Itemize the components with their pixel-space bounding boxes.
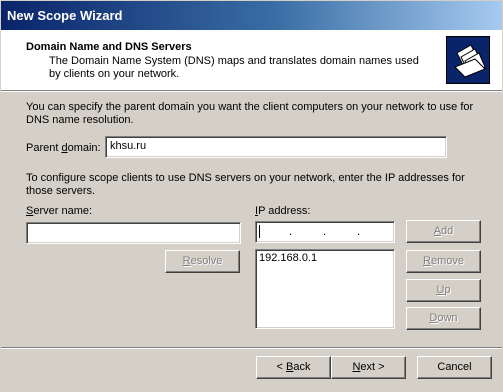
cancel-button[interactable]: Cancel [417,356,492,379]
text-cursor [259,225,260,238]
list-item[interactable]: 192.168.0.1 [259,252,391,265]
ip-dot-3: . [357,226,361,238]
header-description: The Domain Name System (DNS) maps and tr… [49,55,419,80]
add-button[interactable]: Add [406,220,481,243]
server-name-label: Server name: [26,205,93,217]
window-title: New Scope Wizard [7,8,123,23]
resolve-button[interactable]: Resolve [165,250,240,273]
dns-intro: To configure scope clients to use DNS se… [26,172,465,197]
wizard-header: Domain Name and DNS Servers The Domain N… [1,30,502,91]
parent-domain-input[interactable]: khsu.ru [105,136,447,158]
back-button[interactable]: < Back [256,356,331,379]
ip-address-input[interactable]: . . . [255,221,395,243]
ip-address-label: IP address: [255,205,311,217]
up-button[interactable]: Up [406,279,481,302]
ip-address-list[interactable]: 192.168.0.1 [255,249,395,329]
parent-domain-label: Parent domain: [26,142,101,154]
remove-button[interactable]: Remove [406,250,481,273]
folders-icon [446,36,490,84]
server-name-input[interactable] [26,222,241,244]
wizard-window: New Scope Wizard Domain Name and DNS Ser… [0,0,503,392]
title-bar: New Scope Wizard [1,1,502,30]
parent-domain-intro: You can specify the parent domain you wa… [26,101,474,126]
ip-dot-2: . [323,226,327,238]
header-title: Domain Name and DNS Servers [26,41,192,53]
next-button[interactable]: Next > [331,356,406,379]
down-button[interactable]: Down [406,307,481,330]
footer-divider [1,347,502,349]
ip-dot-1: . [289,226,293,238]
